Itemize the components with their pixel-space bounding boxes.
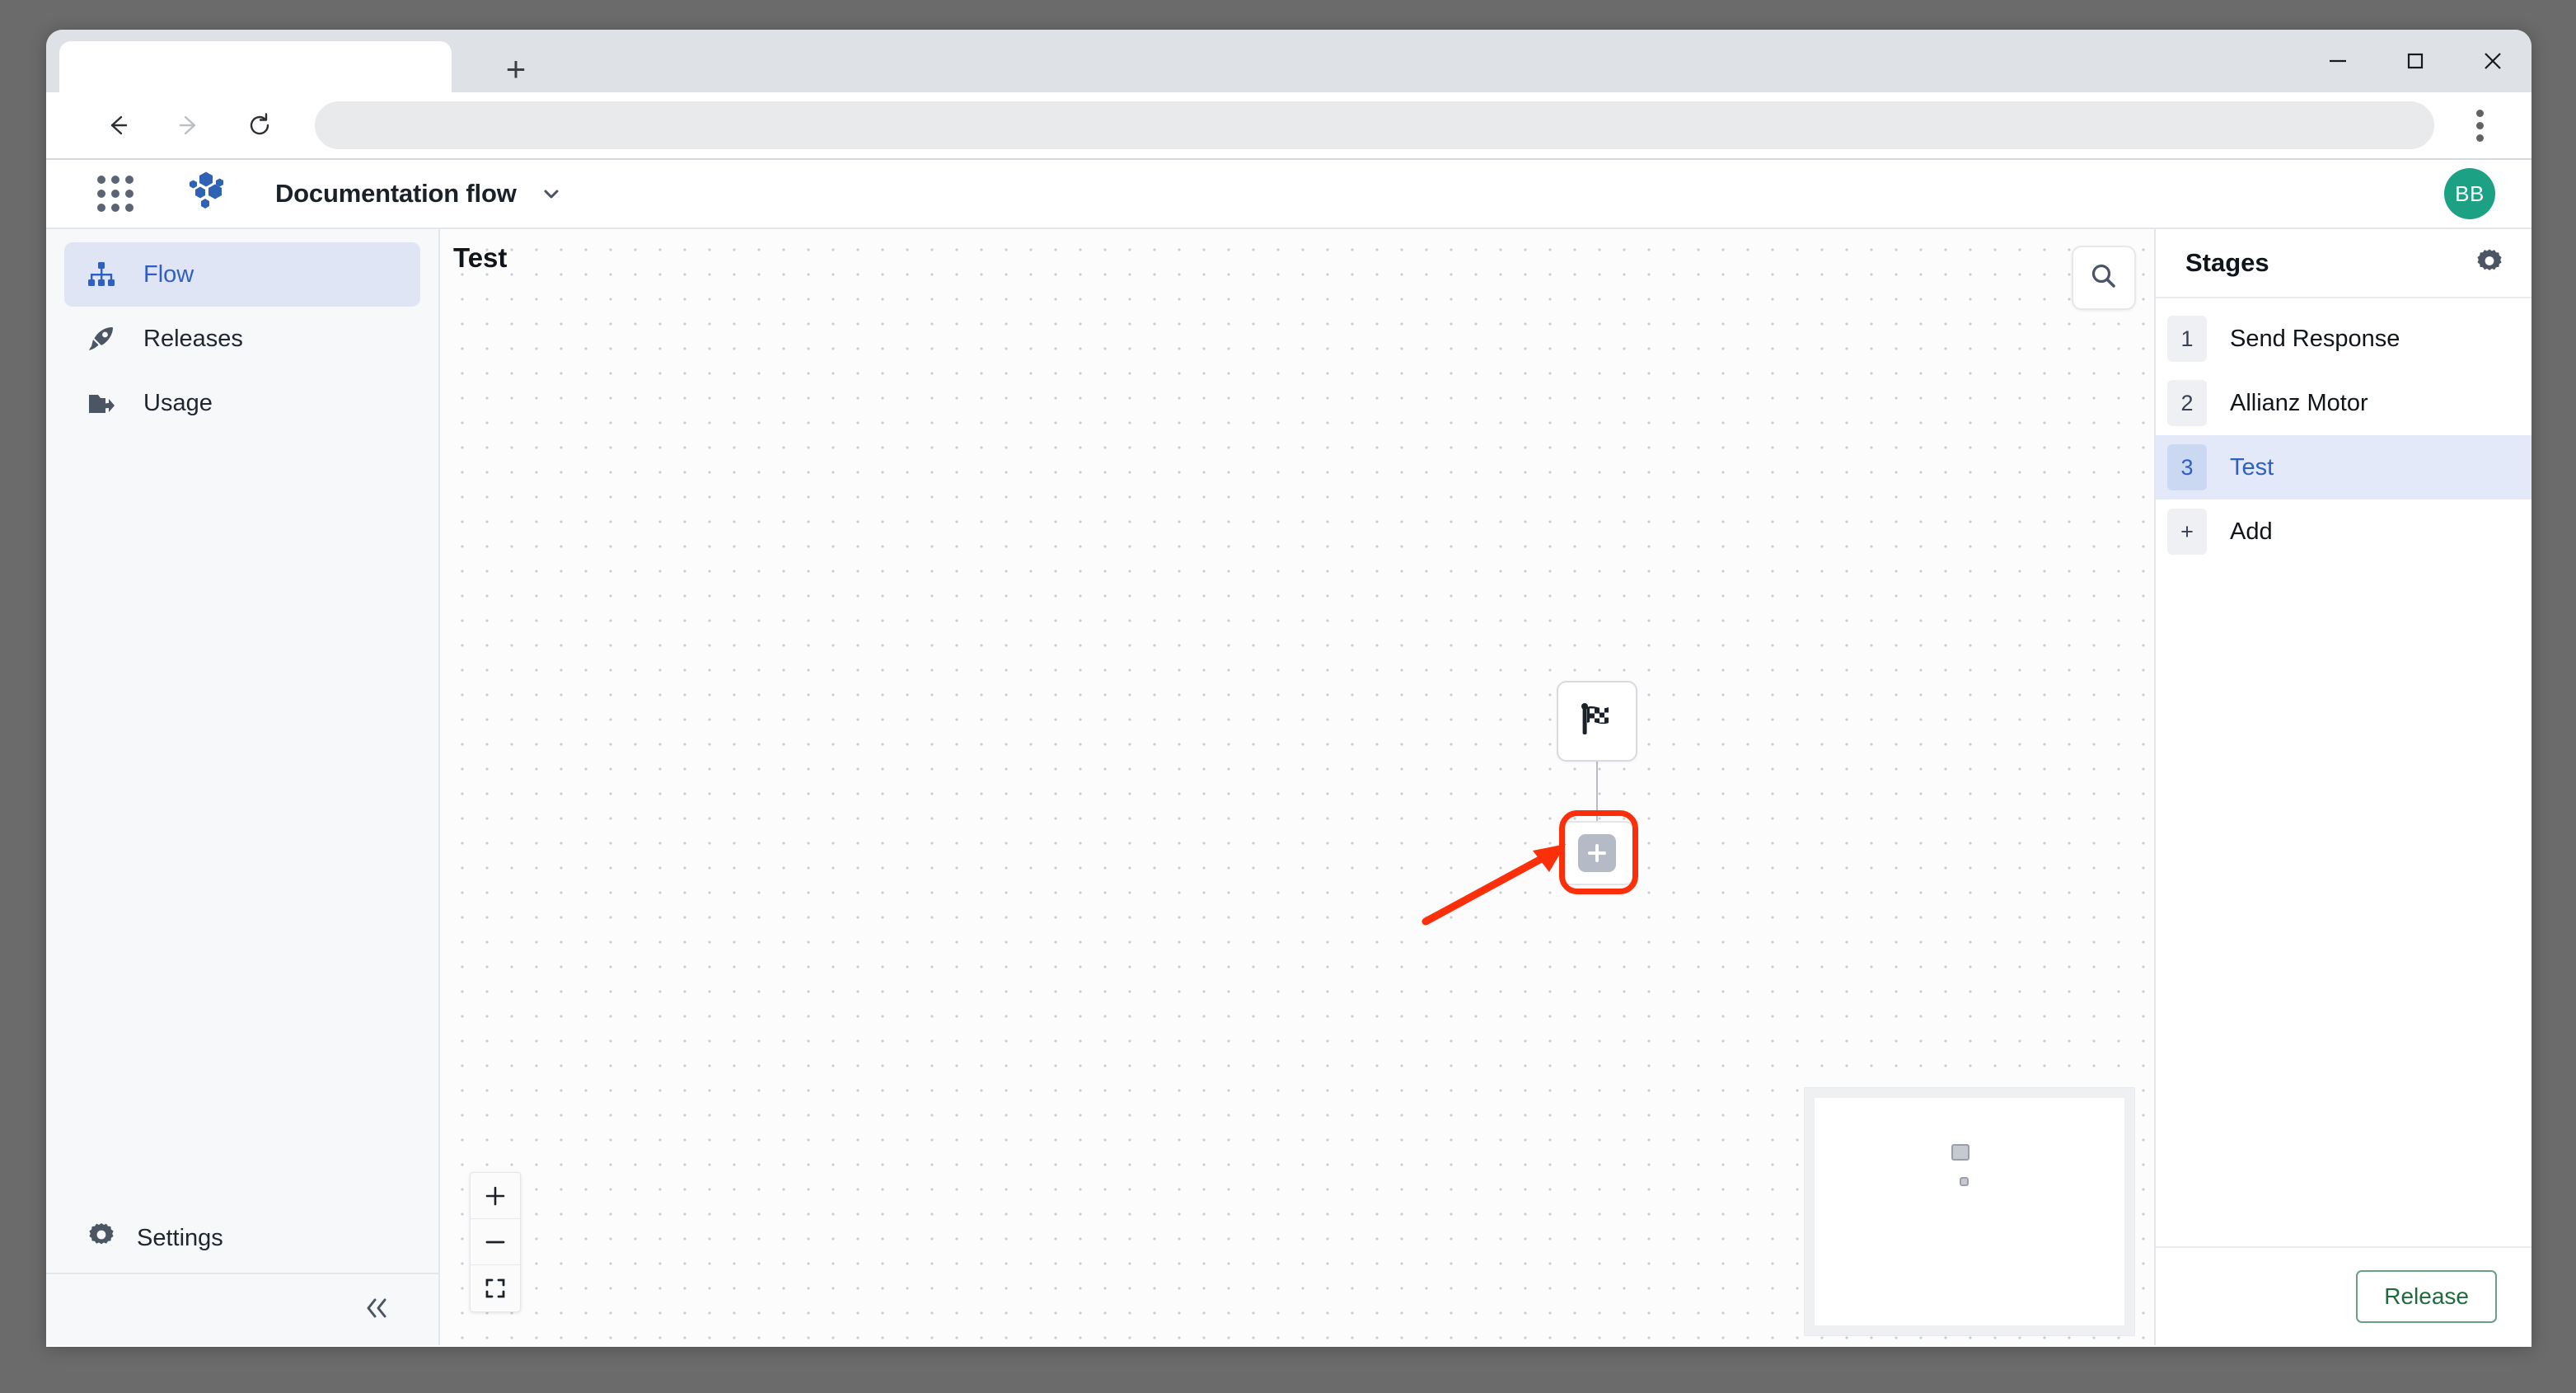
sidebar-item-flow[interactable]: Flow (64, 242, 420, 307)
minimap-node (1951, 1144, 1969, 1161)
stages-list: 1 Send Response 2 Allianz Motor 3 Test +… (2156, 298, 2532, 564)
forward-button[interactable] (162, 98, 216, 152)
stages-panel-header: Stages (2156, 229, 2532, 298)
sidebar-item-label: Flow (143, 260, 194, 288)
kebab-dot (2475, 121, 2484, 129)
annotation-arrow (1421, 839, 1577, 934)
grid-apps-icon[interactable] (97, 176, 133, 212)
minimize-button[interactable] (2299, 30, 2377, 92)
reload-button[interactable] (232, 98, 287, 152)
flow-canvas[interactable]: Test (440, 229, 2154, 1345)
avatar-initials: BB (2455, 181, 2485, 206)
hexagon-cluster-logo (181, 171, 232, 217)
minimap[interactable] (1805, 1088, 2134, 1335)
application-root: Documentation flow BB Flow Releases Usag… (46, 160, 2532, 1347)
avatar[interactable]: BB (2444, 168, 2495, 219)
stage-number: 3 (2167, 444, 2207, 490)
flow-node-end[interactable] (1557, 681, 1637, 762)
stage-item-active[interactable]: 3 Test (2156, 435, 2532, 500)
window-controls (2299, 30, 2532, 92)
browser-tab-strip: + (46, 30, 2532, 97)
stage-item[interactable]: 2 Allianz Motor (2156, 371, 2532, 435)
stage-label: Test (2230, 453, 2274, 481)
stage-label: Send Response (2230, 325, 2400, 352)
sidebar-item-label: Usage (143, 389, 213, 416)
checkered-flag-icon (1576, 698, 1618, 745)
chevron-down-icon[interactable] (540, 182, 563, 205)
browser-tab[interactable] (59, 41, 452, 97)
sidebar-item-label: Settings (137, 1224, 223, 1251)
hierarchy-icon (87, 261, 122, 288)
back-button[interactable] (91, 98, 145, 152)
sidebar-item-releases[interactable]: Releases (64, 307, 420, 371)
stage-number: 1 (2167, 316, 2207, 362)
zoom-out-button[interactable] (471, 1219, 520, 1265)
stages-settings-button[interactable] (2475, 247, 2503, 279)
kebab-dot (2475, 134, 2484, 142)
canvas-title: Test (453, 242, 508, 273)
zoom-in-button[interactable] (471, 1173, 520, 1219)
page-title: Documentation flow (275, 179, 517, 208)
app-header: Documentation flow BB (46, 160, 2532, 229)
stage-label: Allianz Motor (2230, 389, 2368, 416)
search-icon (2088, 260, 2119, 296)
stage-add-icon: + (2167, 509, 2207, 555)
folder-arrow-icon (87, 390, 122, 416)
sidebar-item-label: Releases (143, 325, 243, 352)
kebab-dot (2475, 109, 2484, 117)
browser-toolbar (46, 92, 2532, 160)
gear-icon (87, 1221, 115, 1255)
close-button[interactable] (2454, 30, 2532, 92)
stage-item-add[interactable]: + Add (2156, 500, 2532, 564)
stages-panel: Stages 1 Send Response 2 Allianz Motor 3… (2154, 229, 2532, 1345)
gear-icon (2475, 249, 2503, 279)
zoom-controls (470, 1172, 521, 1312)
minimap-node (1960, 1177, 1969, 1186)
new-tab-label: + (505, 49, 527, 88)
address-bar[interactable] (315, 101, 2434, 149)
sidebar-collapse-button[interactable] (46, 1274, 438, 1345)
sidebar-item-usage[interactable]: Usage (64, 371, 420, 435)
sidebar-nav: Flow Releases Usage (46, 229, 438, 435)
rocket-icon (87, 326, 122, 352)
sidebar: Flow Releases Usage Settings (46, 229, 440, 1345)
browser-window: + Documentation flow BB Flow Releases Us… (46, 30, 2532, 1347)
new-tab-button[interactable]: + (491, 45, 541, 94)
stages-title: Stages (2185, 248, 2269, 277)
browser-menu-button[interactable] (2452, 98, 2507, 152)
stage-item[interactable]: 1 Send Response (2156, 307, 2532, 371)
add-node-button[interactable] (1578, 834, 1616, 872)
release-button[interactable]: Release (2356, 1270, 2497, 1323)
app-body: Flow Releases Usage Settings Test Stages… (46, 229, 2532, 1345)
sidebar-item-settings[interactable]: Settings (46, 1203, 438, 1274)
fit-view-button[interactable] (471, 1265, 520, 1311)
stage-number: 2 (2167, 380, 2207, 426)
maximize-button[interactable] (2377, 30, 2454, 92)
canvas-search-button[interactable] (2072, 246, 2136, 310)
stages-panel-footer: Release (2156, 1246, 2532, 1345)
stage-label: Add (2230, 518, 2273, 545)
stages-spacer (2156, 564, 2532, 1246)
double-chevron-left-icon (363, 1297, 391, 1324)
